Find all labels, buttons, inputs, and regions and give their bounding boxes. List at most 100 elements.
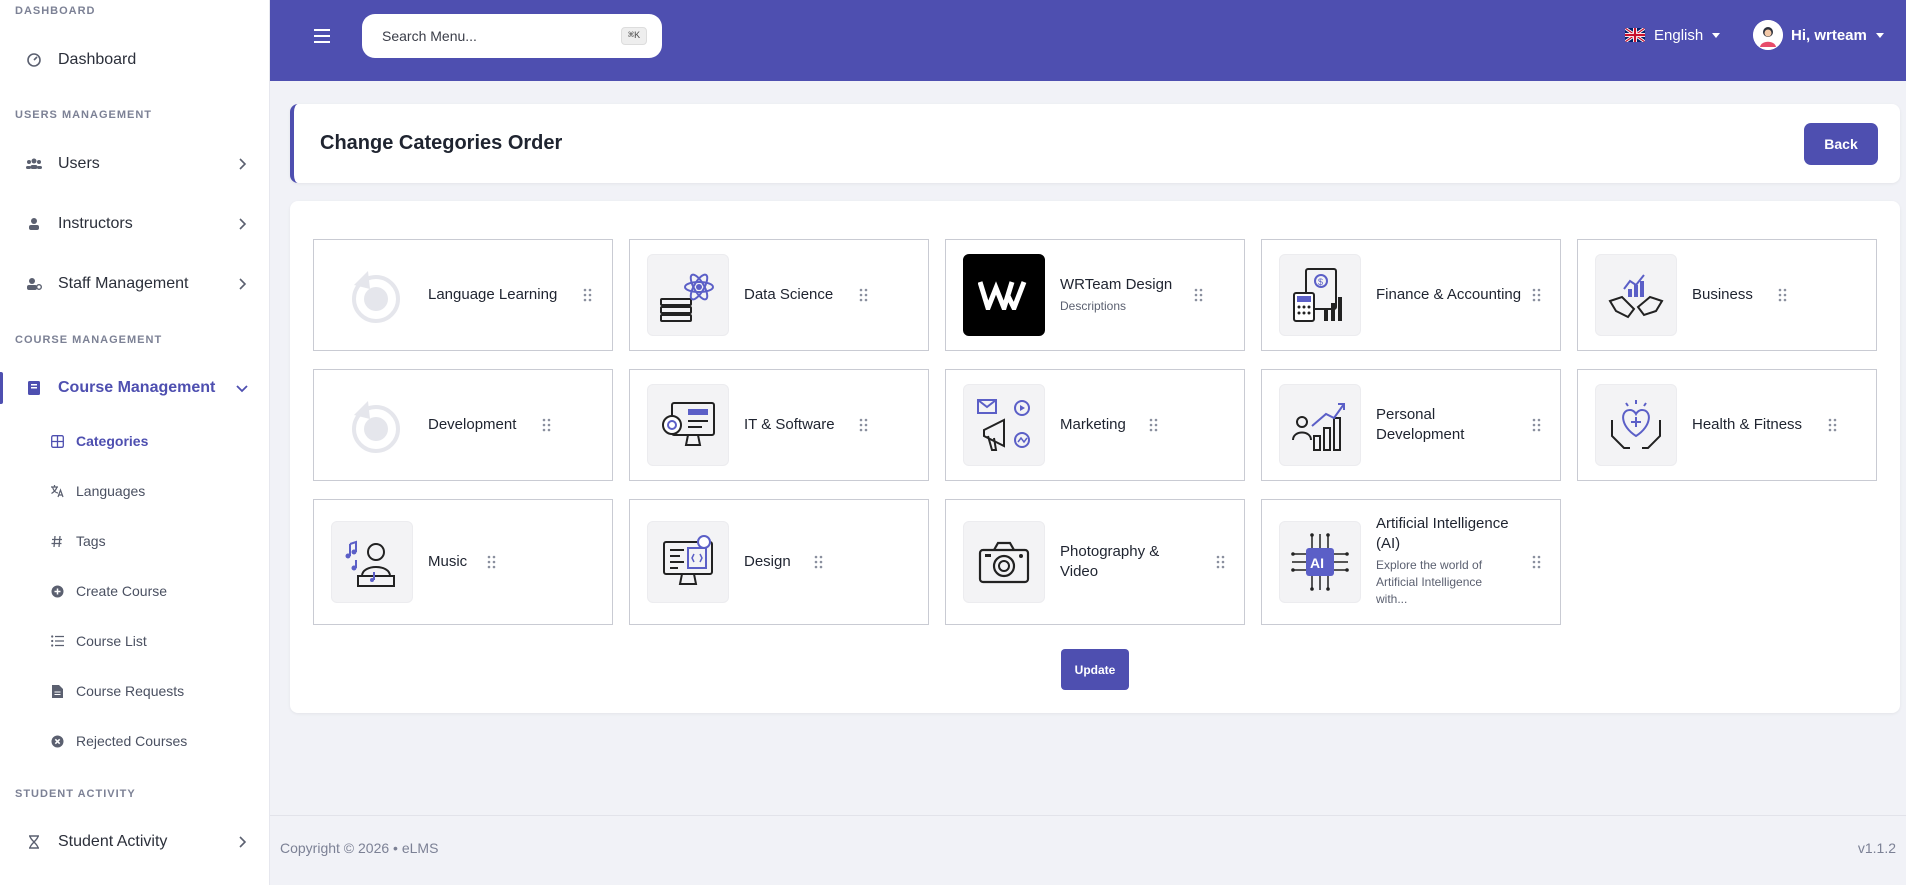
hashtag-icon [50,534,64,548]
page-header: Change Categories Order Back [290,104,1900,183]
sidebar-sub-create-course[interactable]: Create Course [0,574,269,608]
sidebar-item-label: Users [58,155,100,172]
sidebar-item-student-activity[interactable]: Student Activity [0,822,269,862]
sidebar: DASHBOARD Dashboard USERS MANAGEMENT Use… [0,0,270,885]
instructor-icon [26,216,42,232]
search-box: ⌘K [362,14,662,58]
drag-handle-icon[interactable] [583,288,592,302]
category-item[interactable]: Personal Development [1261,369,1561,481]
search-shortcut: ⌘K [620,27,647,45]
category-name: IT & Software [744,416,835,433]
drag-handle-icon[interactable] [859,288,868,302]
drag-handle-icon[interactable] [542,418,551,432]
caret-down-icon [1875,32,1884,38]
ai-chip-icon: AI [1279,521,1361,603]
category-item[interactable]: $ Finance & Accounting [1261,239,1561,351]
drag-handle-icon[interactable] [1532,288,1541,302]
sidebar-sub-languages[interactable]: Languages [0,474,269,508]
sidebar-item-label: Staff Management [58,275,189,292]
category-name: Personal Development [1376,406,1465,443]
category-item[interactable]: Music [313,499,613,625]
category-item[interactable]: Language Learning [313,239,613,351]
categories-order-panel: Language Learning Data Science WRTeam De… [290,201,1900,713]
placeholder-icon [331,254,413,336]
section-label-users: USERS MANAGEMENT [15,109,153,121]
sidebar-item-instructors[interactable]: Instructors [0,204,269,244]
topbar: ⌘K English Hi, wrteam [270,0,1906,81]
update-button[interactable]: Update [1061,649,1129,690]
sidebar-sub-tags[interactable]: Tags [0,524,269,558]
sub-item-label: Course Requests [76,683,185,699]
category-item[interactable]: Business [1577,239,1877,351]
category-name: Music [428,553,468,570]
category-description: Explore the world of Artificial Intellig… [1376,558,1483,606]
svg-text:AI: AI [1310,555,1324,571]
uk-flag-icon [1625,28,1645,42]
activity-icon [26,834,42,850]
list-icon [50,634,64,648]
section-label-dashboard: DASHBOARD [15,5,96,17]
it-software-icon [647,384,729,466]
marketing-icon [963,384,1045,466]
chevron-right-icon [239,218,247,230]
sidebar-sub-course-list[interactable]: Course List [0,624,269,658]
sub-item-label: Tags [76,533,106,549]
drag-handle-icon[interactable] [1778,288,1787,302]
wrteam-logo [963,254,1045,336]
health-fitness-icon [1595,384,1677,466]
page-title: Change Categories Order [320,132,563,154]
category-name: Development [428,416,517,433]
design-icon [647,521,729,603]
svg-text:$: $ [1318,277,1323,287]
sidebar-sub-rejected-courses[interactable]: Rejected Courses [0,724,269,758]
avatar [1753,20,1783,50]
search-input[interactable] [382,28,621,44]
category-item[interactable]: Marketing [945,369,1245,481]
drag-handle-icon[interactable] [1532,555,1541,569]
sidebar-item-course-management[interactable]: Course Management [0,368,269,408]
finance-icon: $ [1279,254,1361,336]
drag-handle-icon[interactable] [814,555,823,569]
music-icon [331,521,413,603]
category-name: WRTeam Design [1060,276,1173,293]
section-label-student: STUDENT ACTIVITY [15,788,136,800]
drag-handle-icon[interactable] [1194,288,1203,302]
category-item[interactable]: Design [629,499,929,625]
category-item[interactable]: Photography & Video [945,499,1245,625]
category-name: Business [1692,286,1753,303]
footer: Copyright © 2026 • eLMS v1.1.2 [270,815,1906,885]
category-name: Design [744,553,791,570]
copyright-text: Copyright © 2026 • eLMS [280,840,439,856]
sidebar-sub-categories[interactable]: Categories [0,424,269,458]
category-item[interactable]: IT & Software [629,369,929,481]
chevron-right-icon [239,158,247,170]
grid-icon [50,434,64,448]
user-menu[interactable]: Hi, wrteam [1753,20,1884,50]
drag-handle-icon[interactable] [1216,555,1225,569]
back-button[interactable]: Back [1804,123,1878,165]
drag-handle-icon[interactable] [1828,418,1837,432]
drag-handle-icon[interactable] [1149,418,1158,432]
category-item[interactable]: Health & Fitness [1577,369,1877,481]
drag-handle-icon[interactable] [1532,418,1541,432]
sidebar-item-label: Dashboard [58,51,137,68]
placeholder-icon [331,384,413,466]
sidebar-item-dashboard[interactable]: Dashboard [0,40,269,80]
category-item[interactable]: Development [313,369,613,481]
sidebar-item-label: Student Activity [58,833,168,850]
camera-icon [963,521,1045,603]
book-icon [26,380,42,396]
sidebar-sub-course-requests[interactable]: Course Requests [0,674,269,708]
drag-handle-icon[interactable] [859,418,868,432]
category-item[interactable]: Data Science [629,239,929,351]
sidebar-item-staff[interactable]: Staff Management [0,264,269,304]
business-icon [1595,254,1677,336]
data-science-icon [647,254,729,336]
sidebar-item-users[interactable]: Users [0,144,269,184]
menu-icon[interactable] [312,27,332,45]
category-item[interactable]: AI Artificial Intelligence (AI) Explore … [1261,499,1561,625]
translate-icon [50,484,64,498]
category-item[interactable]: WRTeam Design Descriptions [945,239,1245,351]
drag-handle-icon[interactable] [487,555,496,569]
language-selector[interactable]: English [1625,24,1721,46]
